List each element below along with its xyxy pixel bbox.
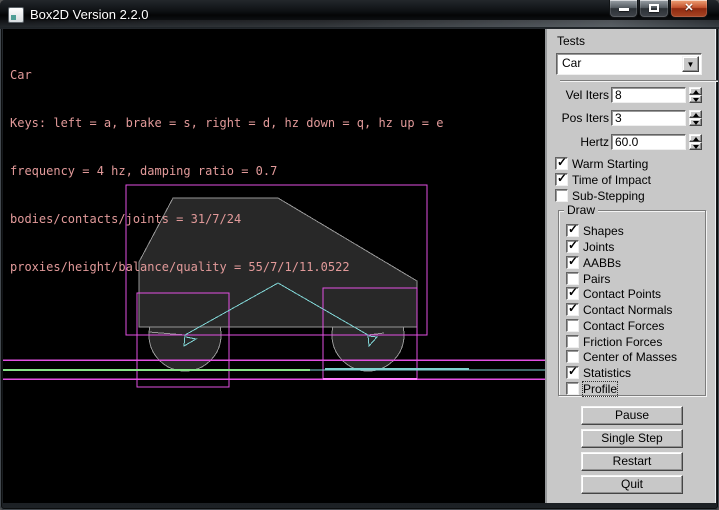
check-icon: ✓ (568, 285, 578, 299)
maximize-button[interactable] (639, 0, 669, 18)
app-window: Box2D Version 2.2.0 ✕ (0, 0, 719, 510)
spinner-down-button[interactable] (689, 118, 702, 126)
arrow-up-icon (693, 113, 699, 117)
checkbox-box[interactable]: ✓ (555, 173, 568, 186)
spinner-down-button[interactable] (689, 95, 702, 103)
checkbox-label: AABBs (583, 256, 621, 270)
tests-dropdown[interactable]: Car ▼ (556, 53, 702, 75)
checkbox-box[interactable]: ✓ (566, 303, 579, 316)
check-icon: ✓ (568, 222, 578, 236)
checkbox-label: Pairs (583, 272, 610, 286)
pause-button[interactable]: Pause (581, 406, 683, 425)
checkbox-box[interactable]: ✓ (555, 157, 568, 170)
checkbox-label: Statistics (583, 366, 631, 380)
check-icon: ✓ (568, 364, 578, 378)
hertz-row: Hertz (547, 134, 718, 150)
stat-line: proxies/height/balance/quality = 55/7/1/… (10, 259, 443, 275)
close-button[interactable]: ✕ (670, 0, 708, 18)
close-icon: ✕ (671, 1, 707, 14)
draw-group-title: Draw (564, 203, 598, 217)
arrow-down-icon (693, 145, 699, 149)
app-icon (8, 7, 24, 23)
checkbox-box[interactable]: ✓ (566, 240, 579, 253)
hertz-label: Hertz (547, 135, 609, 149)
check-icon: ✓ (568, 301, 578, 315)
checkbox-box[interactable] (566, 272, 579, 285)
checkbox-box[interactable]: ✓ (566, 256, 579, 269)
debug-statistics-text: Car Keys: left = a, brake = s, right = d… (10, 35, 443, 307)
arrow-up-icon (693, 90, 699, 94)
hertz-input[interactable] (611, 134, 686, 150)
pos-iters-label: Pos Iters (547, 111, 609, 125)
check-icon: ✓ (568, 238, 578, 252)
stat-line: frequency = 4 hz, damping ratio = 0.7 (10, 163, 443, 179)
separator (560, 80, 718, 82)
checkbox-box[interactable]: ✓ (566, 224, 579, 237)
checkbox-label: Center of Masses (583, 350, 677, 364)
pos-iters-input[interactable] (611, 110, 686, 126)
pos-iters-spinner (689, 110, 702, 126)
check-icon: ✓ (568, 254, 578, 268)
stat-line: Keys: left = a, brake = s, right = d, hz… (10, 115, 443, 131)
checkbox-box[interactable] (566, 319, 579, 332)
spinner-down-button[interactable] (689, 142, 702, 150)
checkbox-label: Warm Starting (572, 157, 648, 171)
tests-dropdown-value: Car (562, 56, 581, 70)
checkbox-label: Contact Points (583, 287, 661, 301)
arrow-down-icon (693, 98, 699, 102)
checkbox-label: Joints (583, 240, 614, 254)
vel-iters-input[interactable] (611, 87, 686, 103)
pos-iters-row: Pos Iters (547, 110, 718, 126)
checkbox-box[interactable]: ✓ (566, 366, 579, 379)
quit-button[interactable]: Quit (581, 475, 683, 494)
checkbox-label: Contact Normals (583, 303, 672, 317)
minimize-icon (619, 8, 629, 11)
arrow-down-icon (693, 121, 699, 125)
window-title: Box2D Version 2.2.0 (30, 7, 149, 22)
maximize-icon (649, 4, 659, 12)
checkbox-label: Shapes (583, 224, 624, 238)
checkbox-box[interactable] (566, 382, 579, 395)
arrow-up-icon (693, 137, 699, 141)
vel-iters-row: Vel Iters (547, 87, 718, 103)
checkbox-box[interactable] (555, 189, 568, 202)
restart-button[interactable]: Restart (581, 452, 683, 471)
client-area: Car Keys: left = a, brake = s, right = d… (3, 29, 716, 503)
checkbox-label: Friction Forces (583, 335, 662, 349)
check-icon: ✓ (557, 171, 567, 185)
hertz-spinner (689, 134, 702, 150)
checkbox-label: Contact Forces (583, 319, 664, 333)
title-bar[interactable]: Box2D Version 2.2.0 ✕ (0, 0, 719, 29)
checkbox-label: Sub-Stepping (572, 189, 645, 203)
vel-iters-label: Vel Iters (547, 88, 609, 102)
spinner-up-button[interactable] (689, 134, 702, 142)
control-panel: Tests Car ▼ Vel Iters Pos Iters (545, 29, 716, 503)
spinner-up-button[interactable] (689, 110, 702, 118)
stat-line: Car (10, 67, 443, 83)
tests-label: Tests (557, 34, 585, 48)
caption-buttons: ✕ (608, 0, 708, 18)
checkbox-label: Time of Impact (572, 173, 651, 187)
chevron-down-icon: ▼ (687, 60, 695, 69)
checkbox-box[interactable] (566, 335, 579, 348)
checkbox-box[interactable]: ✓ (566, 287, 579, 300)
simulation-canvas[interactable]: Car Keys: left = a, brake = s, right = d… (3, 29, 545, 503)
single-step-button[interactable]: Single Step (581, 429, 683, 448)
check-icon: ✓ (557, 155, 567, 169)
vel-iters-spinner (689, 87, 702, 103)
draw-group: Draw ✓ Shapes ✓ Joints ✓ AABBs Pairs (558, 210, 706, 396)
minimize-button[interactable] (609, 0, 638, 18)
stat-line: bodies/contacts/joints = 31/7/24 (10, 211, 443, 227)
dropdown-arrow-button[interactable]: ▼ (682, 56, 699, 72)
checkbox-box[interactable] (566, 350, 579, 363)
checkbox-label: Profile (583, 382, 617, 396)
spinner-up-button[interactable] (689, 87, 702, 95)
